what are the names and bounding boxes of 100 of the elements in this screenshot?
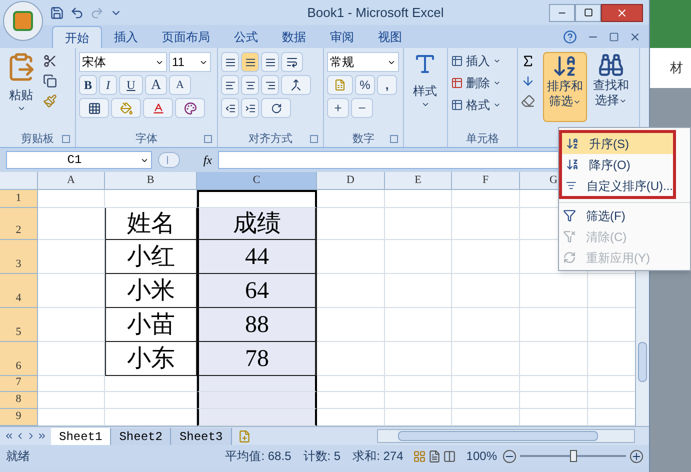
column-header[interactable]: D	[317, 172, 385, 190]
fill-color-button[interactable]	[111, 98, 141, 118]
last-sheet-icon[interactable]	[37, 431, 47, 441]
page-break-view-icon[interactable]	[443, 450, 456, 462]
scroll-thumb[interactable]	[638, 342, 647, 382]
align-center-button[interactable]	[241, 75, 259, 95]
increase-indent-button[interactable]	[241, 98, 259, 118]
row-header[interactable]: 3	[0, 240, 38, 274]
row-header[interactable]: 5	[0, 308, 38, 342]
row-header[interactable]: 9	[0, 409, 38, 426]
bottom-align-button[interactable]	[261, 52, 279, 72]
font-name-field[interactable]: 宋体	[79, 52, 167, 72]
normal-view-icon[interactable]	[413, 450, 426, 462]
row-header[interactable]: 7	[0, 376, 38, 392]
number-format-field[interactable]: 常规	[327, 52, 399, 72]
maximize-button[interactable]	[575, 4, 601, 22]
undo-icon[interactable]	[70, 6, 84, 20]
underline-button[interactable]: U	[119, 75, 143, 95]
dialog-launcher-button[interactable]	[204, 135, 212, 143]
phonetic-guide-button[interactable]	[175, 98, 205, 118]
table-cell	[317, 190, 385, 208]
grow-font-button[interactable]: A	[145, 75, 167, 95]
first-sheet-icon[interactable]	[4, 431, 14, 441]
eraser-icon[interactable]	[521, 94, 535, 108]
top-align-button[interactable]	[221, 52, 239, 72]
sum-icon[interactable]	[521, 54, 535, 68]
table-cell	[317, 308, 385, 342]
close-icon[interactable]	[629, 31, 641, 43]
menu-item[interactable]: 降序(O)	[562, 154, 673, 175]
borders-button[interactable]	[79, 98, 109, 118]
styles-button[interactable]: 样式	[407, 52, 443, 109]
cells-button[interactable]: 删除	[451, 74, 501, 92]
column-header[interactable]: A	[38, 172, 105, 190]
fill-down-icon[interactable]	[521, 74, 535, 88]
bold-button[interactable]: B	[79, 75, 97, 95]
align-right-button[interactable]	[261, 75, 279, 95]
table-cell	[385, 376, 452, 392]
menu-item[interactable]: 升序(S)	[562, 133, 673, 154]
column-header[interactable]: F	[452, 172, 520, 190]
orientation-button[interactable]	[261, 98, 291, 118]
increase-decimal-button[interactable]	[327, 98, 349, 118]
ribbon-tab[interactable]: 审阅	[318, 26, 366, 48]
close-button[interactable]	[601, 4, 643, 22]
office-button[interactable]	[3, 1, 43, 41]
styles-icon	[413, 52, 437, 76]
italic-button[interactable]: I	[99, 75, 117, 95]
cells-button[interactable]: 格式	[451, 96, 501, 114]
zoom-slider[interactable]	[520, 449, 626, 463]
percent-button[interactable]: %	[355, 75, 375, 95]
cells-button[interactable]: 插入	[451, 52, 501, 70]
decrease-indent-button[interactable]	[221, 98, 239, 118]
dialog-launcher-button[interactable]	[310, 135, 318, 143]
copy-icon[interactable]	[43, 74, 57, 88]
horizontal-scrollbar[interactable]	[377, 429, 635, 443]
align-left-button[interactable]	[221, 75, 239, 95]
brush-icon[interactable]	[43, 94, 57, 108]
row-header[interactable]: 8	[0, 392, 38, 409]
wrap-text-button[interactable]	[281, 52, 303, 72]
sheet-tab[interactable]: Sheet3	[171, 428, 232, 444]
paste-button[interactable]: 粘贴	[3, 52, 39, 113]
zoom-in-icon[interactable]	[630, 450, 643, 462]
ribbon-tab[interactable]: 开始	[52, 26, 102, 48]
currency-button[interactable]	[327, 75, 353, 95]
sheet-tab[interactable]: Sheet2	[111, 428, 172, 444]
scroll-thumb[interactable]	[398, 431, 598, 441]
help-icon[interactable]	[563, 30, 577, 44]
column-header[interactable]: B	[105, 172, 197, 190]
font-color-button[interactable]	[143, 98, 173, 118]
table-cell	[38, 190, 105, 208]
middle-align-button[interactable]	[241, 52, 259, 72]
ribbon-tab[interactable]: 公式	[222, 26, 270, 48]
comma-button[interactable]: ,	[377, 75, 397, 95]
sort-filter-button[interactable]: 排序和 筛选	[543, 52, 587, 122]
sheet-tab[interactable]: Sheet1	[51, 428, 112, 444]
row-header[interactable]: 6	[0, 342, 38, 376]
row-header[interactable]: 4	[0, 274, 38, 308]
find-select-button[interactable]: 查找和 选择	[589, 52, 633, 122]
restore-icon[interactable]	[609, 32, 619, 42]
ribbon-tab[interactable]: 插入	[102, 26, 150, 48]
zoom-out-icon[interactable]	[503, 450, 516, 462]
name-box[interactable]: C1	[6, 151, 152, 169]
dialog-launcher-button[interactable]	[390, 135, 398, 143]
ribbon-tab[interactable]: 页面布局	[150, 26, 222, 48]
save-icon[interactable]	[50, 6, 64, 20]
insert-function-button[interactable]: fx	[186, 151, 212, 169]
ribbon-tab[interactable]: 数据	[270, 26, 318, 48]
page-layout-view-icon[interactable]	[428, 450, 442, 462]
font-size-field[interactable]: 11	[169, 52, 211, 72]
cut-icon[interactable]	[43, 54, 57, 68]
currency-icon	[334, 79, 346, 91]
merge-button[interactable]	[281, 75, 311, 95]
menu-item[interactable]: 筛选(F)	[559, 205, 690, 226]
row-header[interactable]: 2	[0, 208, 38, 240]
ribbon-tab[interactable]: 视图	[366, 26, 414, 48]
formula-bar-handle[interactable]	[158, 152, 180, 168]
column-header[interactable]: C	[197, 172, 317, 190]
row-header[interactable]: 1	[0, 190, 38, 208]
shrink-font-button[interactable]: A	[169, 75, 191, 95]
column-header[interactable]: E	[385, 172, 452, 190]
dialog-launcher-button[interactable]	[62, 135, 70, 143]
